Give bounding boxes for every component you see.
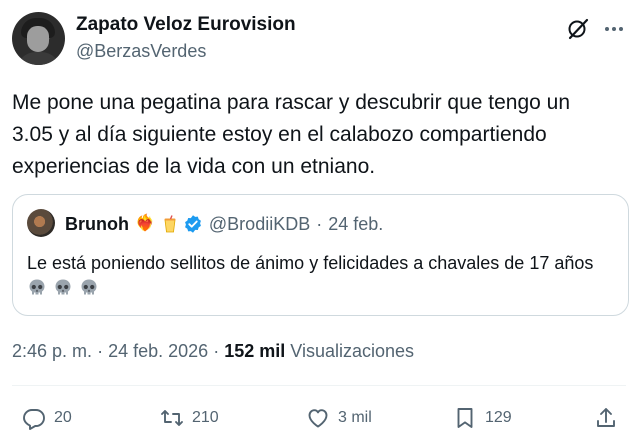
meta-separator: ·: [97, 341, 104, 361]
verified-badge-icon: [184, 215, 201, 233]
quoted-name[interactable]: Brunoh: [65, 214, 129, 235]
repost-icon: [161, 410, 183, 426]
bookmark-icon: [457, 408, 473, 428]
quoted-date[interactable]: 24 feb.: [328, 214, 383, 235]
repost-count: 210: [192, 409, 219, 426]
action-bar: 20 210 3 mil 129: [12, 400, 626, 436]
reply-button[interactable]: 20: [22, 400, 72, 436]
drink-cup-emoji: [164, 215, 176, 233]
quoted-tweet[interactable]: Brunoh ❤️‍🔥 @BrodiiKDB · 24 feb. Le está…: [12, 194, 629, 316]
views-label: Visualizaciones: [290, 341, 415, 361]
share-button[interactable]: [594, 400, 618, 436]
quoted-text-body: Le está poniendo sellitos de ánimo y fel…: [27, 253, 594, 273]
author-name[interactable]: Zapato Veloz Eurovision: [76, 14, 296, 36]
quoted-separator: ·: [316, 213, 323, 234]
quoted-avatar[interactable]: [27, 209, 55, 237]
grok-icon[interactable]: [566, 17, 590, 41]
skull-emoji: [55, 279, 71, 295]
like-count: 3 mil: [338, 409, 372, 426]
share-icon: [597, 408, 615, 427]
bookmark-button[interactable]: 129: [453, 400, 512, 436]
quoted-header: Brunoh ❤️‍🔥 @BrodiiKDB · 24 feb.: [65, 212, 383, 236]
heart-icon: [308, 409, 328, 428]
divider: [12, 385, 626, 386]
bookmark-count: 129: [485, 409, 512, 426]
reply-count: 20: [54, 409, 72, 426]
tweet-time[interactable]: 2:46 p. m.: [12, 341, 92, 361]
like-button[interactable]: 3 mil: [306, 400, 372, 436]
tweet-text: Me pone una pegatina para rascar y descu…: [12, 91, 571, 178]
skull-emoji: [81, 279, 97, 295]
fire-heart-emoji: ❤️‍🔥: [134, 215, 155, 232]
meta-separator: ·: [213, 341, 220, 361]
reply-icon: [23, 409, 45, 430]
author-handle[interactable]: @BerzasVerdes: [76, 41, 206, 62]
skull-emoji: [29, 279, 45, 295]
views-count: 152 mil: [224, 341, 286, 361]
repost-button[interactable]: 210: [160, 400, 219, 436]
quoted-handle[interactable]: @BrodiiKDB: [209, 214, 310, 235]
tweet-header: Zapato Veloz Eurovision @BerzasVerdes: [12, 12, 626, 66]
tweet-meta: 2:46 p. m. · 24 feb. 2026 · 152 mil Visu…: [12, 341, 414, 362]
tweet-date[interactable]: 24 feb. 2026: [108, 341, 208, 361]
quoted-text: Le está poniendo sellitos de ánimo y fel…: [27, 250, 619, 302]
more-icon[interactable]: [602, 17, 626, 41]
author-avatar[interactable]: [12, 12, 65, 65]
